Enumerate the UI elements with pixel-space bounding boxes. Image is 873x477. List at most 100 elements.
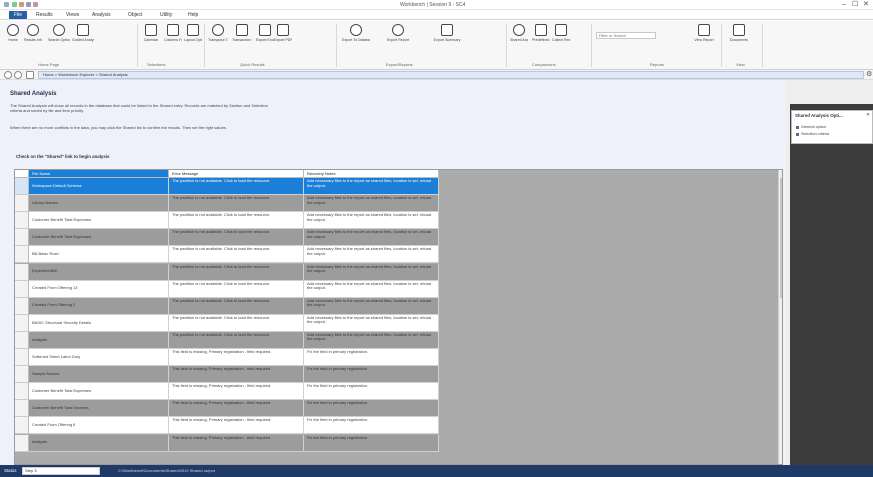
cell-recovery-notes[interactable]: Fix the field in primary registration. [304,434,439,452]
cell-recovery-notes[interactable]: Fix the field in primary registration. [304,417,439,435]
maximize-button[interactable]: ☐ [852,1,858,9]
cell-error-message[interactable]: This field is missing. Primary registrat… [169,434,304,452]
collect-results-button[interactable]: Collect Results [552,24,570,56]
row-selector[interactable] [15,366,29,384]
settings-icon[interactable]: ⚙ [866,71,872,79]
cell-error-message[interactable]: This field is missing. Primary registrat… [169,383,304,401]
table-row[interactable]: Customer Benefit Total Expenses This fiel… [15,383,439,401]
results-info-button[interactable]: Results Info [24,24,42,56]
export-pdf-button[interactable]: Export PDF [274,24,292,56]
cell-error-message[interactable]: This field is missing. Primary registrat… [169,366,304,384]
cell-file-name[interactable]: Bill Basic Rush [29,246,169,264]
column-header-notes[interactable]: Recovery Notes [304,170,439,178]
cell-file-name[interactable]: BASIC Structural Security Details [29,314,169,332]
save-icon[interactable] [12,2,17,7]
cell-recovery-notes[interactable]: Fix the field in primary registration. [304,349,439,367]
cell-error-message[interactable]: The partition is not available. Click to… [169,331,304,349]
table-row[interactable]: Library Names The partition is not availa… [15,195,439,213]
row-selector[interactable] [15,400,29,418]
columns-button[interactable]: Columns Formats [164,24,182,56]
menu-analysis[interactable]: Analysis [92,12,111,18]
row-selector[interactable] [15,331,29,349]
cell-recovery-notes[interactable]: Add necessary files to the report as sha… [304,212,439,230]
table-row[interactable]: BASIC Structural Security Details The par… [15,314,439,332]
cell-error-message[interactable]: The partition is not available. Click to… [169,263,304,281]
cell-recovery-notes[interactable]: Add necessary files to the report as sha… [304,229,439,247]
redo-icon[interactable] [26,2,31,7]
row-selector[interactable] [15,417,29,435]
cell-file-name[interactable]: Created From Offering 6 [29,417,169,435]
vertical-scrollbar[interactable] [778,170,782,464]
table-row[interactable]: Softened Sheet Labor Duty This field is m… [15,349,439,367]
cell-error-message[interactable]: The partition is not available. Click to… [169,229,304,247]
menu-views[interactable]: Views [66,12,79,18]
cell-file-name[interactable]: Customer Benefit Total Expenses [29,212,169,230]
table-row[interactable]: Customer Benefit Total Expenses The parti… [15,212,439,230]
row-selector[interactable] [15,178,29,196]
cell-file-name[interactable]: Expected ABC [29,263,169,281]
export-database-button[interactable]: Export To Database [342,24,370,56]
cell-file-name[interactable]: Created From Offering 13 [29,280,169,298]
cell-recovery-notes[interactable]: Add necessary files to the report as sha… [304,246,439,264]
cell-recovery-notes[interactable]: Fix the field in primary registration. [304,366,439,384]
row-selector[interactable] [15,314,29,332]
cell-recovery-notes[interactable]: Add necessary files to the report as sha… [304,280,439,298]
cell-error-message[interactable]: The partition is not available. Click to… [169,178,304,196]
results-grid[interactable]: File Name Error Message Recovery Notes W… [14,169,783,465]
row-selector[interactable] [15,280,29,298]
row-selector[interactable] [15,263,29,281]
cell-file-name[interactable]: Analysis [29,434,169,452]
row-selector[interactable] [15,434,29,452]
cell-recovery-notes[interactable]: Add necessary files to the report as sha… [304,263,439,281]
menu-results[interactable]: Results [36,12,53,18]
cell-file-name[interactable]: Sample Names [29,366,169,384]
export-excel-button[interactable]: Export Excel [256,24,274,56]
option-item-general[interactable]: General option [796,125,826,129]
guided-analysis-button[interactable]: Guided Analysis [72,24,94,56]
cell-file-name[interactable]: Customer Benefit Total Expenses [29,229,169,247]
cell-error-message[interactable]: The partition is not available. Click to… [169,297,304,315]
table-row[interactable]: Expected ABC The partition is not availab… [15,263,439,281]
cell-error-message[interactable]: The partition is not available. Click to… [169,314,304,332]
home-button[interactable]: Home [4,24,22,56]
cell-file-name[interactable]: Library Names [29,195,169,213]
menu-help[interactable]: Help [188,12,198,18]
cell-recovery-notes[interactable]: Add necessary files to the report as sha… [304,195,439,213]
row-selector[interactable] [15,297,29,315]
folder-icon[interactable] [26,71,34,79]
cell-file-name[interactable]: Analysis [29,331,169,349]
export-summary-button[interactable]: Export Summary [430,24,464,56]
table-row[interactable]: Analysis The partition is not available. … [15,331,439,349]
export-report-button[interactable]: Export Report [384,24,412,56]
cell-error-message[interactable]: The partition is not available. Click to… [169,280,304,298]
cell-error-message[interactable]: The partition is not available. Click to… [169,246,304,264]
cell-recovery-notes[interactable]: Add necessary files to the report as sha… [304,314,439,332]
option-item-selection[interactable]: Selection criteria [796,132,829,136]
table-row[interactable]: Created From Offering 13 The partition is… [15,280,439,298]
table-row[interactable]: Workspace Default Schema The partition is… [15,178,439,196]
predefined-row-button[interactable]: Predefined Row [532,24,550,56]
cell-recovery-notes[interactable]: Add necessary files to the report as sha… [304,331,439,349]
cell-file-name[interactable]: Created From Offering 2 [29,297,169,315]
row-selector[interactable] [15,349,29,367]
cell-error-message[interactable]: The partition is not available. Click to… [169,212,304,230]
print-icon[interactable] [33,2,38,7]
transpose-button[interactable]: Transpose Table [208,24,228,56]
close-icon[interactable]: ✕ [866,112,870,118]
row-selector[interactable] [15,212,29,230]
shared-analysis-button[interactable]: Shared Analysis [510,24,528,56]
scrollbar-thumb[interactable] [780,178,782,298]
forward-icon[interactable] [14,71,22,79]
cell-error-message[interactable]: This field is missing. Primary registrat… [169,400,304,418]
table-row[interactable]: Customer Benefit Total Incomes This field… [15,400,439,418]
undo-icon[interactable] [19,2,24,7]
cell-recovery-notes[interactable]: Add necessary files to the report as sha… [304,297,439,315]
row-selector[interactable] [15,229,29,247]
column-header-name[interactable]: File Name [29,170,169,178]
row-selector[interactable] [15,195,29,213]
cell-file-name[interactable]: Customer Benefit Total Incomes [29,400,169,418]
table-row[interactable]: Sample Names This field is missing. Prima… [15,366,439,384]
cell-error-message[interactable]: The partition is not available. Click to… [169,195,304,213]
table-row[interactable]: Created From Offering 2 The partition is … [15,297,439,315]
transaction-report-button[interactable]: Transaction Report [232,24,252,56]
